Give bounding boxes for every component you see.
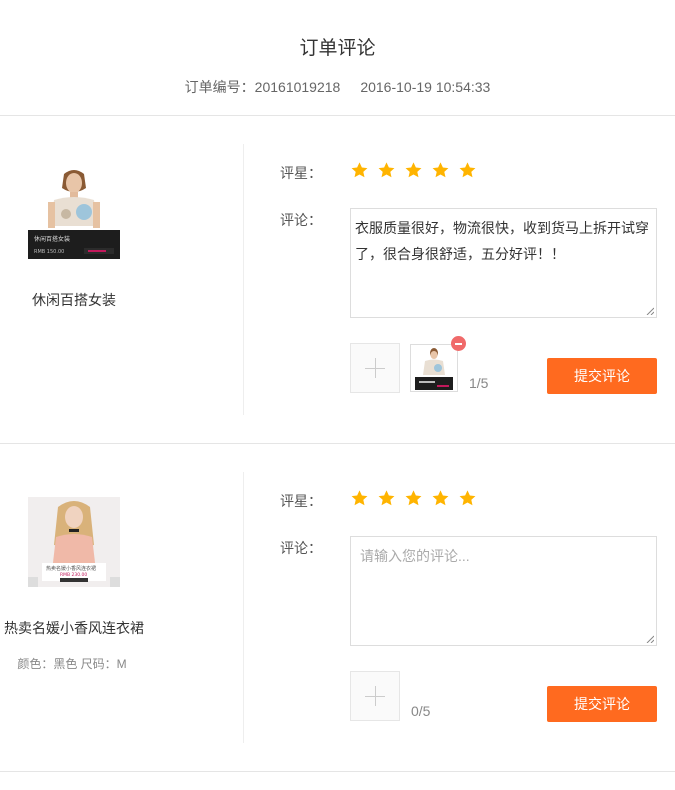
order-info: 订单编号：20161019218 2016-10-19 10:54:33 [0, 77, 675, 97]
comment-textarea[interactable]: 衣服质量很好，物流很快，收到货马上拆开试穿了，很合身很舒适，五分好评！！ [350, 208, 657, 318]
star-rating[interactable] [350, 489, 485, 508]
star-icon[interactable] [458, 489, 477, 508]
uploaded-image[interactable] [410, 336, 466, 392]
thumb-price: RMB 150.00 [34, 249, 64, 255]
column-divider [243, 472, 244, 743]
star-icon[interactable] [431, 489, 450, 508]
star-icon[interactable] [377, 161, 396, 180]
submit-comment-button[interactable]: 提交评论 [547, 686, 657, 722]
comment-textarea[interactable]: 请输入您的评论... [350, 536, 657, 646]
thumb-caption: 热卖名媛小香风连衣裙 [46, 565, 96, 572]
page-title: 订单评论 [299, 38, 376, 59]
column-divider [243, 144, 244, 415]
page-header: 订单评论 订单编号：20161019218 2016-10-19 10:54:33 [0, 0, 675, 116]
rating-label: 评星： [280, 165, 322, 181]
rating-label: 评星： [280, 493, 322, 509]
order-number: 20161019218 [254, 79, 341, 95]
add-image-button[interactable] [350, 343, 400, 393]
upload-count: 0/5 [411, 703, 431, 719]
star-icon[interactable] [350, 489, 369, 508]
review-item: 热卖名媛小香风连衣裙 RMB 230.00 热卖名媛小香风连衣裙 颜色：黑色 尺… [0, 444, 675, 772]
resize-handle-icon[interactable] [646, 307, 654, 315]
submit-comment-button[interactable]: 提交评论 [547, 358, 657, 394]
order-number-label: 订单编号： [184, 79, 255, 95]
product-attributes: 颜色：黑色 尺码：M [17, 657, 127, 671]
thumb-caption: 休闲百搭女装 [34, 235, 70, 243]
comment-placeholder: 请输入您的评论... [360, 548, 470, 564]
star-rating[interactable] [350, 161, 485, 180]
remove-image-icon[interactable] [451, 336, 466, 351]
product-name[interactable]: 休闲百搭女装 [10, 290, 138, 310]
review-item: 休闲百搭女装 RMB 150.00 休闲百搭女装 评星： 评论： 衣服质量很好，… [0, 116, 675, 444]
star-icon[interactable] [458, 161, 477, 180]
star-icon[interactable] [431, 161, 450, 180]
upload-count: 1/5 [469, 375, 489, 391]
add-image-button[interactable] [350, 671, 400, 721]
star-icon[interactable] [377, 489, 396, 508]
star-icon[interactable] [404, 161, 423, 180]
comment-text: 衣服质量很好，物流很快，收到货马上拆开试穿了，很合身很舒适，五分好评！！ [355, 220, 649, 262]
resize-handle-icon[interactable] [646, 635, 654, 643]
comment-label: 评论： [280, 212, 322, 228]
product-image[interactable]: 休闲百搭女装 RMB 150.00 [28, 166, 120, 259]
thumb-price: RMB 230.00 [60, 572, 87, 578]
order-time: 2016-10-19 10:54:33 [360, 79, 491, 95]
comment-label: 评论： [280, 540, 322, 556]
product-image[interactable]: 热卖名媛小香风连衣裙 RMB 230.00 [28, 497, 120, 587]
star-icon[interactable] [350, 161, 369, 180]
product-name[interactable]: 热卖名媛小香风连衣裙 [0, 618, 148, 638]
star-icon[interactable] [404, 489, 423, 508]
